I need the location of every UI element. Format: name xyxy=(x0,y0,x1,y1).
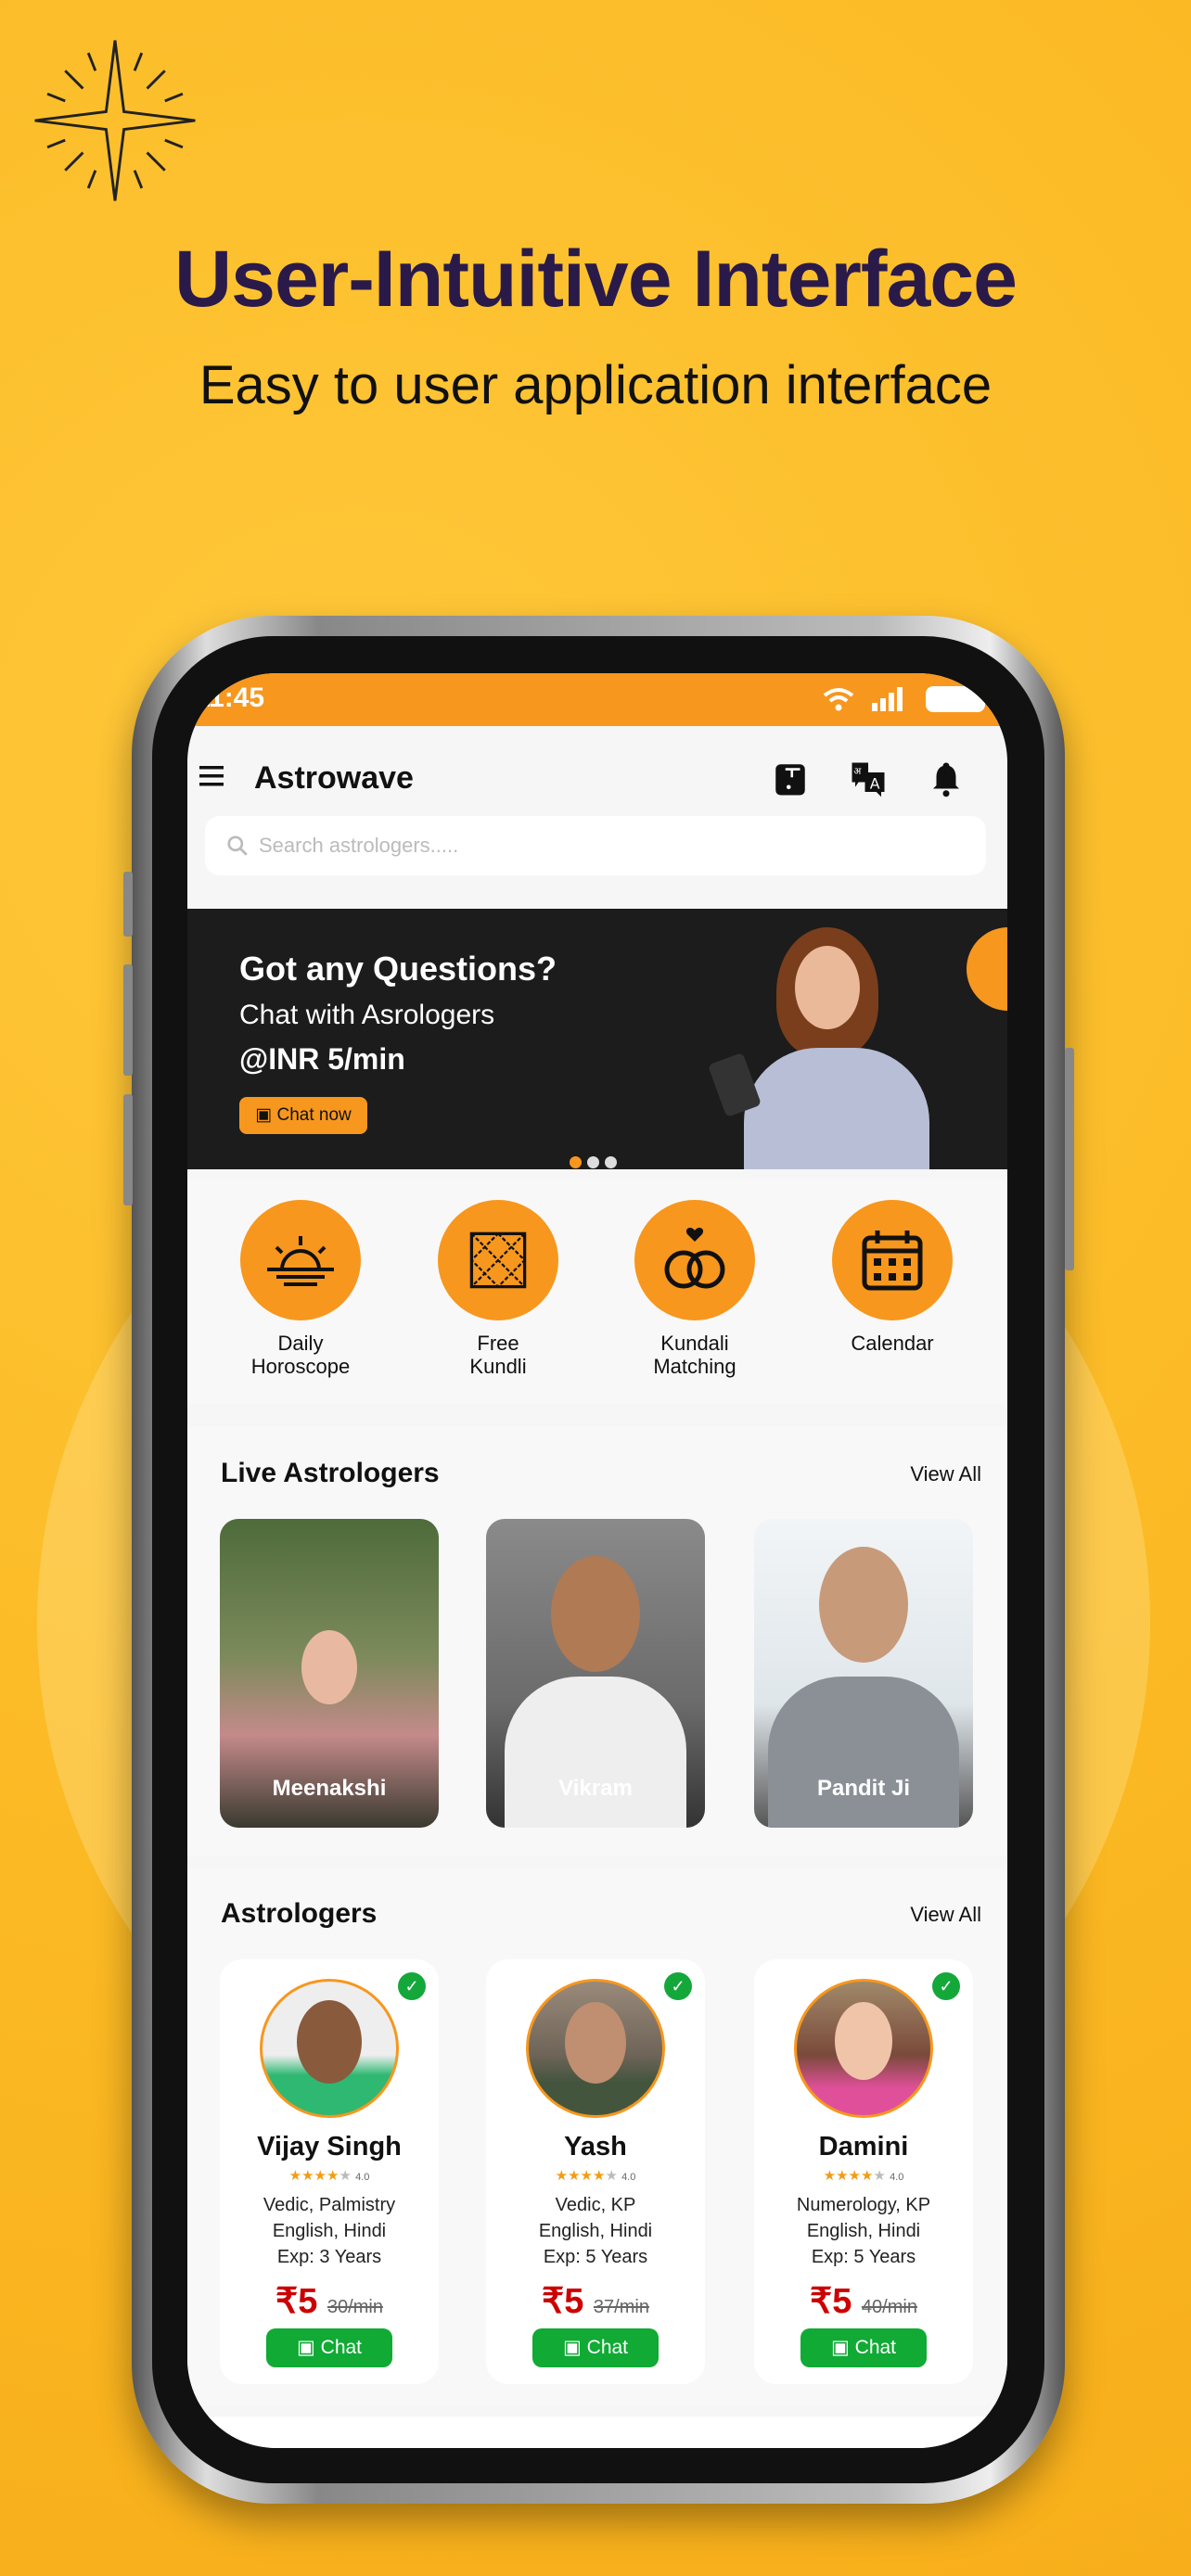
promo-headline: User-Intuitive Interface xyxy=(174,235,1018,324)
sparkle-icon xyxy=(34,40,196,201)
menu-icon[interactable] xyxy=(199,766,224,786)
carousel-dot[interactable] xyxy=(605,1156,617,1168)
view-all-live-link[interactable]: View All xyxy=(910,1462,981,1486)
wallet-icon[interactable] xyxy=(771,759,810,798)
chat-icon: ▣ xyxy=(255,1105,277,1125)
astrologer-name: Vijay Singh xyxy=(257,2132,402,2162)
avatar xyxy=(794,1979,933,2118)
astrologer-skills: Vedic, Palmistry xyxy=(263,2195,396,2215)
chat-icon: ▣ xyxy=(562,2337,587,2358)
astrologer-price: ₹5 40/min xyxy=(810,2282,917,2321)
rating-stars: ★★★★★ 4.0 xyxy=(823,2168,904,2184)
search-input[interactable]: Search astrologers..... xyxy=(205,816,986,875)
battery-icon xyxy=(926,686,985,712)
category-calendar[interactable]: Calendar xyxy=(800,1200,985,1355)
original-price: 40/min xyxy=(861,2297,917,2317)
svg-text:अ: अ xyxy=(853,766,862,777)
chat-button[interactable]: ▣ Chat xyxy=(532,2328,659,2367)
astrologer-skills: Vedic, KP xyxy=(555,2195,636,2215)
live-astrologer-name: Meenakshi xyxy=(272,1776,387,1801)
calendar-icon xyxy=(862,1231,923,1291)
next-section-peek xyxy=(187,2417,1007,2448)
category-label: Daily Horoscope xyxy=(250,1332,351,1378)
astrologers-section: Astrologers View All ✓ Vijay Singh ★★★★★… xyxy=(187,1868,1007,2405)
promo-subheadline: Easy to user application interface xyxy=(198,355,992,415)
banner-woman-image xyxy=(688,927,967,1169)
wifi-icon xyxy=(823,688,854,711)
rating-stars: ★★★★★ 4.0 xyxy=(288,2168,370,2184)
astrologer-price: ₹5 30/min xyxy=(275,2282,383,2321)
app-screen: 11:45 Astrowave Aअ Search astrologers...… xyxy=(187,673,1007,2448)
astrologer-languages: English, Hindi xyxy=(806,2221,921,2241)
category-label: Free Kundli xyxy=(469,1332,527,1378)
verified-badge-icon: ✓ xyxy=(398,1972,426,2000)
app-title: Astrowave xyxy=(254,760,414,796)
live-astrologer-card[interactable]: Meenakshi xyxy=(220,1519,439,1828)
astrologer-price: ₹5 37/min xyxy=(542,2282,649,2321)
chat-icon: ▣ xyxy=(830,2337,855,2358)
avatar xyxy=(526,1979,665,2118)
bell-icon[interactable] xyxy=(927,759,966,798)
svg-text:A: A xyxy=(870,775,880,793)
search-icon xyxy=(227,835,248,856)
signal-icon xyxy=(872,687,903,711)
promo-banner[interactable]: Got any Questions? Chat with Asrologers … xyxy=(187,909,1007,1169)
live-astrologer-card[interactable]: Pandit Ji xyxy=(754,1519,973,1828)
live-astrologer-card[interactable]: Vikram xyxy=(486,1519,705,1828)
astrologer-photo xyxy=(301,1630,357,1704)
rings-icon xyxy=(664,1228,725,1289)
section-title: Astrologers xyxy=(221,1898,378,1929)
astrologer-card[interactable]: ✓ Yash ★★★★★ 4.0 Vedic, KP English, Hind… xyxy=(486,1959,705,2384)
live-astrologer-name: Vikram xyxy=(558,1776,633,1801)
astrologer-languages: English, Hindi xyxy=(538,2221,653,2241)
verified-badge-icon: ✓ xyxy=(932,1972,960,2000)
astrologer-experience: Exp: 5 Years xyxy=(543,2247,648,2267)
chat-button[interactable]: ▣ Chat xyxy=(800,2328,927,2367)
translate-icon[interactable]: Aअ xyxy=(849,759,888,798)
kundli-chart-icon xyxy=(469,1231,527,1289)
category-kundali-matching[interactable]: Kundali Matching xyxy=(602,1200,788,1378)
category-free-kundli[interactable]: Free Kundli xyxy=(405,1200,591,1378)
astrologer-name: Damini xyxy=(818,2132,909,2162)
category-label: Calendar xyxy=(851,1332,934,1355)
sunrise-icon xyxy=(267,1236,334,1286)
live-astrologers-section: Live Astrologers View All Meenakshi Vikr… xyxy=(187,1427,1007,1855)
astrologer-photo xyxy=(819,1547,908,1663)
category-daily-horoscope[interactable]: Daily Horoscope xyxy=(208,1200,393,1378)
banner-subtitle: Chat with Asrologers xyxy=(239,1000,495,1030)
astrologer-card[interactable]: ✓ Vijay Singh ★★★★★ 4.0 Vedic, Palmistry… xyxy=(220,1959,439,2384)
status-time: 11:45 xyxy=(195,682,265,713)
live-astrologer-name: Pandit Ji xyxy=(816,1776,911,1801)
carousel-dot[interactable] xyxy=(587,1156,599,1168)
astrologer-photo xyxy=(551,1556,640,1672)
banner-price: @INR 5/min xyxy=(239,1042,405,1076)
chat-button[interactable]: ▣ Chat xyxy=(266,2328,392,2367)
view-all-astrologers-link[interactable]: View All xyxy=(910,1903,981,1927)
carousel-dot-active[interactable] xyxy=(570,1156,582,1168)
status-bar: 11:45 xyxy=(187,673,1007,726)
original-price: 30/min xyxy=(327,2297,383,2317)
carousel-dots[interactable] xyxy=(570,1156,617,1168)
category-label: Kundali Matching xyxy=(653,1332,736,1378)
original-price: 37/min xyxy=(593,2297,649,2317)
categories-section: Daily Horoscope Free Kundli Kundali Matc… xyxy=(187,1180,1007,1404)
verified-badge-icon: ✓ xyxy=(664,1972,692,2000)
section-title: Live Astrologers xyxy=(221,1458,440,1488)
astrologer-skills: Numerology, KP xyxy=(796,2195,931,2215)
chat-now-label: Chat now xyxy=(276,1105,352,1125)
banner-title: Got any Questions? xyxy=(239,950,557,988)
astrologer-name: Yash xyxy=(564,2132,627,2162)
astrologer-card[interactable]: ✓ Damini ★★★★★ 4.0 Numerology, KP Englis… xyxy=(754,1959,973,2384)
chat-icon: ▣ xyxy=(296,2337,321,2358)
astrologer-experience: Exp: 5 Years xyxy=(811,2247,916,2267)
rating-stars: ★★★★★ 4.0 xyxy=(555,2168,636,2184)
astrologer-experience: Exp: 3 Years xyxy=(276,2247,382,2267)
banner-decor-circle xyxy=(967,927,1007,1011)
chat-now-button[interactable]: ▣ Chat now xyxy=(239,1097,367,1134)
astrologer-languages: English, Hindi xyxy=(272,2221,387,2241)
avatar xyxy=(260,1979,399,2118)
search-placeholder: Search astrologers..... xyxy=(259,834,459,857)
